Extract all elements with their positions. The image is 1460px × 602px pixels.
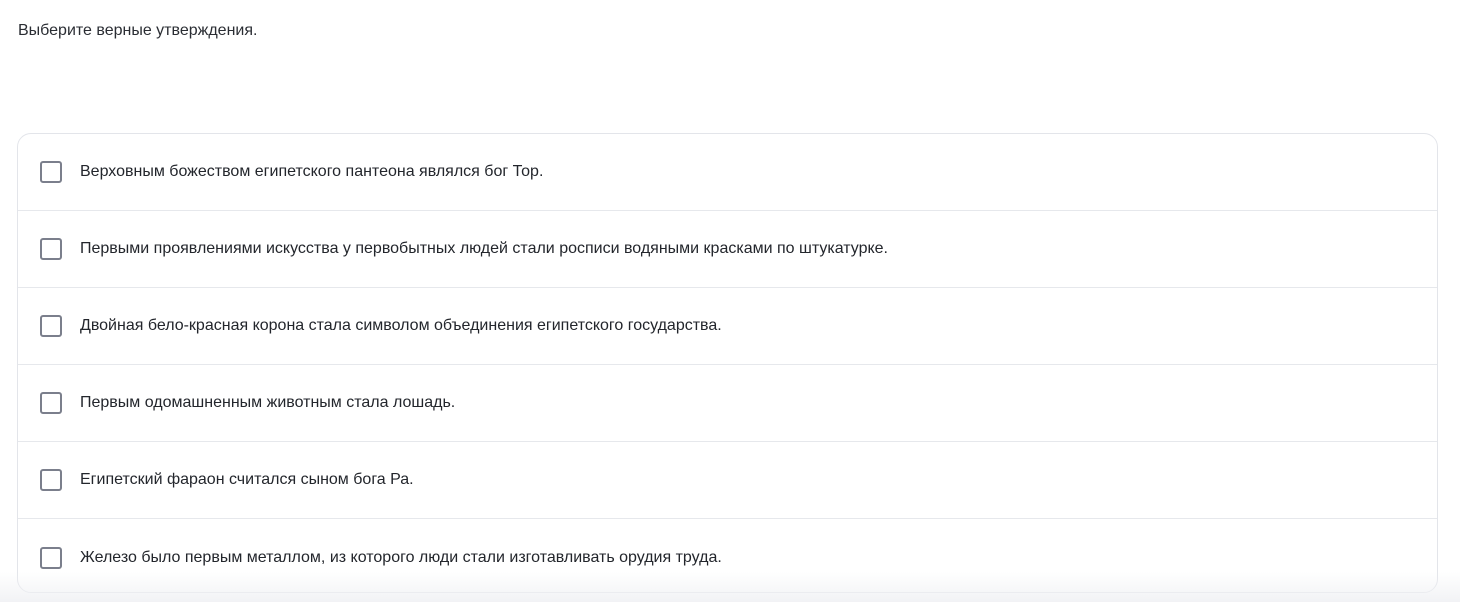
checkbox-icon[interactable] <box>40 161 62 183</box>
option-row-1[interactable]: Верховным божеством египетского пантеона… <box>18 134 1437 211</box>
option-label: Двойная бело-красная корона стала символ… <box>80 317 722 334</box>
option-label: Железо было первым металлом, из которого… <box>80 548 722 566</box>
answer-options-list: Верховным божеством египетского пантеона… <box>17 133 1438 593</box>
option-row-3[interactable]: Двойная бело-красная корона стала символ… <box>18 288 1437 365</box>
checkbox-icon[interactable] <box>40 392 62 414</box>
checkbox-icon[interactable] <box>40 238 62 260</box>
option-label: Египетский фараон считался сыном бога Ра… <box>80 471 414 488</box>
option-label: Первыми проявлениями искусства у первобы… <box>80 240 888 257</box>
option-row-2[interactable]: Первыми проявлениями искусства у первобы… <box>18 211 1437 288</box>
option-row-4[interactable]: Первым одомашненным животным стала лошад… <box>18 365 1437 442</box>
option-row-6[interactable]: Железо было первым металлом, из которого… <box>18 519 1437 592</box>
checkbox-icon[interactable] <box>40 315 62 337</box>
option-label: Верховным божеством египетского пантеона… <box>80 163 544 180</box>
option-label: Первым одомашненным животным стала лошад… <box>80 394 456 411</box>
checkbox-icon[interactable] <box>40 469 62 491</box>
option-row-5[interactable]: Египетский фараон считался сыном бога Ра… <box>18 442 1437 519</box>
question-instruction: Выберите верные утверждения. <box>18 22 258 39</box>
checkbox-icon[interactable] <box>40 546 62 569</box>
